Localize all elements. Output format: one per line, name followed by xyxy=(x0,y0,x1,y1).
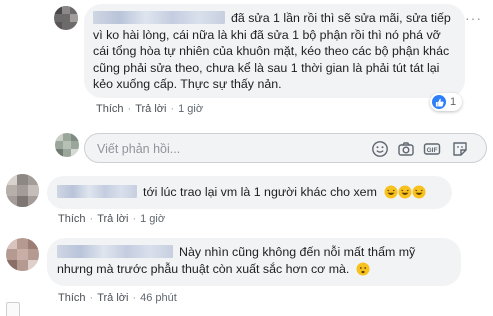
smiley-icon[interactable] xyxy=(371,140,389,158)
reply-input[interactable] xyxy=(95,139,359,159)
reaction-count: 1 xyxy=(450,96,457,108)
reaction-badge[interactable]: 1 xyxy=(430,93,463,111)
disappointed-emoji-icon xyxy=(356,262,370,276)
blurred-author-name[interactable] xyxy=(57,245,173,258)
sticker-icon[interactable] xyxy=(451,140,469,158)
comment-actions: Thích · Trả lời · 1 giờ xyxy=(96,103,204,115)
comment-bubble: Này nhìn cũng không đến nỗi mất thẩm mỹ … xyxy=(47,238,461,286)
reply-link[interactable]: Trả lời xyxy=(135,103,166,115)
reply-link[interactable]: Trả lời xyxy=(97,213,128,225)
like-link[interactable]: Thích xyxy=(58,213,86,225)
avatar[interactable] xyxy=(54,6,78,30)
svg-text:GIF: GIF xyxy=(427,147,438,154)
camera-icon[interactable] xyxy=(397,140,415,158)
like-link[interactable]: Thích xyxy=(58,292,86,304)
avatar[interactable] xyxy=(6,238,39,271)
like-link[interactable]: Thích xyxy=(96,103,124,115)
timestamp[interactable]: 46 phút xyxy=(140,292,177,304)
comment-actions: Thích · Trả lời · 46 phút xyxy=(58,292,177,304)
comment-bubble: tới lúc trao lại vm là 1 người khác cho … xyxy=(47,176,452,209)
reply-box: GIF xyxy=(84,133,487,163)
timestamp[interactable]: 1 giờ xyxy=(178,103,203,115)
comment-text: tới lúc trao lại vm là 1 người khác cho … xyxy=(143,185,377,199)
avatar xyxy=(6,302,20,316)
thumbs-up-icon xyxy=(432,95,446,109)
blurred-author-name[interactable] xyxy=(57,185,137,198)
blurred-author-name[interactable] xyxy=(93,11,225,24)
more-options-icon[interactable]: ··· xyxy=(465,10,482,26)
comment-bubble: đã sửa 1 lần rồi thì sẽ sửa mãi, sửa tiế… xyxy=(84,4,465,98)
avatar[interactable] xyxy=(55,133,79,157)
comment-actions: Thích · Trả lời · 1 giờ xyxy=(58,213,166,225)
timestamp[interactable]: 1 giờ xyxy=(140,213,165,225)
reply-link[interactable]: Trả lời xyxy=(97,292,128,304)
laughing-emoji-icon xyxy=(384,185,426,199)
gif-icon[interactable]: GIF xyxy=(423,140,441,158)
avatar[interactable] xyxy=(6,174,39,207)
